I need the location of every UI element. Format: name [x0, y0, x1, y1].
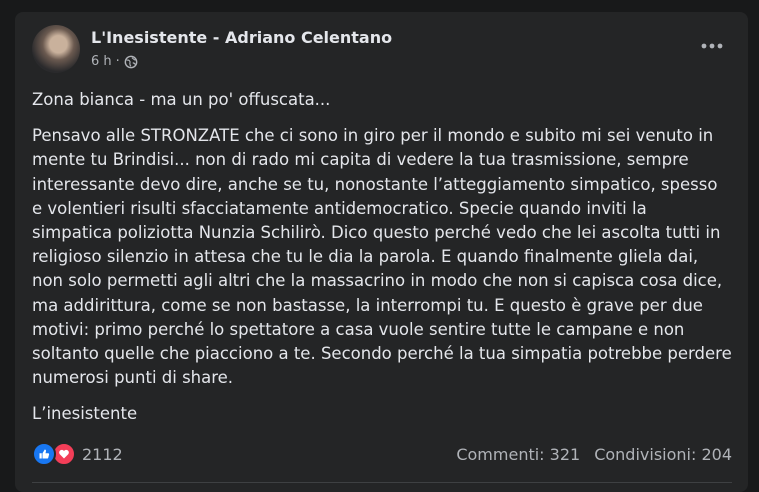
post-content: Zona bianca - ma un po' offuscata... Pen…: [32, 88, 732, 439]
author-name[interactable]: L'Inesistente - Adriano Celentano: [91, 28, 392, 47]
author-avatar[interactable]: [32, 25, 80, 73]
post-stats: Commenti: 321 Condivisioni: 204: [456, 445, 732, 464]
like-reaction-icon: [32, 442, 56, 466]
post-signature: L’inesistente: [32, 404, 138, 424]
post-meta: 6 h ·: [91, 54, 138, 69]
meta-separator: ·: [115, 54, 120, 69]
post-time[interactable]: 6 h: [91, 54, 112, 69]
shares-count[interactable]: Condivisioni: 204: [594, 445, 732, 464]
post-title: Zona bianca - ma un po' offuscata...: [32, 90, 331, 109]
post-card: L'Inesistente - Adriano Celentano 6 h · …: [15, 12, 748, 492]
footer-divider: [32, 482, 732, 483]
comments-count[interactable]: Commenti: 321: [456, 445, 580, 464]
post-body: Pensavo alle STRONZATE che ci sono in gi…: [32, 126, 732, 388]
reactions-summary[interactable]: 2112: [32, 442, 123, 466]
post-footer: 2112 Commenti: 321 Condivisioni: 204: [32, 442, 732, 466]
reaction-count[interactable]: 2112: [82, 445, 123, 464]
globe-icon[interactable]: [124, 55, 138, 69]
more-options-icon[interactable]: [698, 36, 726, 56]
